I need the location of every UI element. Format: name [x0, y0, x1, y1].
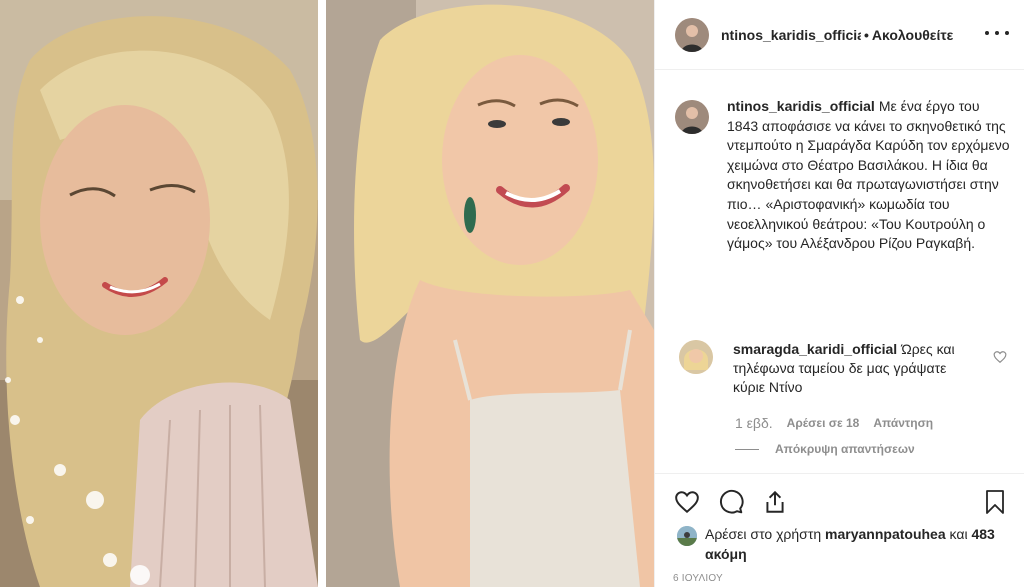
hide-replies-label: Απόκρυψη απαντήσεων	[775, 442, 915, 456]
likes-prefix: Αρέσει στο χρήστη	[705, 526, 822, 542]
comment-like-heart-icon[interactable]	[993, 350, 1007, 369]
caption-body: ntinos_karidis_official Με ένα έργο του 1…	[727, 97, 1012, 254]
liker-username[interactable]: maryannpatouhea	[825, 526, 946, 542]
post-header: ntinos_karidis_official • Ακολουθείτε	[655, 0, 1024, 70]
more-options-icon[interactable]	[985, 26, 1009, 40]
comment-item: smaragda_karidi_official Ώρες και τηλέφων…	[679, 340, 1019, 397]
post-side-panel: ntinos_karidis_official • Ακολουθείτε nt…	[654, 0, 1024, 587]
commenter-avatar[interactable]	[679, 340, 713, 374]
hide-replies-button[interactable]: Απόκρυψη απαντήσεων	[735, 442, 915, 456]
collage-divider	[318, 0, 326, 587]
post-image[interactable]	[0, 0, 654, 587]
comment-likes-link[interactable]: Αρέσει σε 18	[787, 416, 860, 430]
header-text: ntinos_karidis_official • Ακολουθείτε	[721, 27, 981, 43]
author-username[interactable]: ntinos_karidis_official	[721, 27, 861, 43]
likes-text: Αρέσει στο χρήστη maryannpatouhea και 48…	[705, 524, 1015, 564]
earring	[464, 197, 476, 233]
comment-reply-button[interactable]: Απάντηση	[873, 416, 933, 430]
caption-username[interactable]: ntinos_karidis_official	[727, 98, 875, 114]
left-photo-face	[40, 105, 210, 335]
commenter-username[interactable]: smaragda_karidi_official	[733, 341, 897, 357]
right-photo-dress	[470, 390, 640, 587]
caption-author-avatar[interactable]	[675, 100, 709, 134]
caption-text: Με ένα έργο του 1843 αποφάσισε να κάνει …	[727, 98, 1010, 252]
bookmark-save-icon[interactable]	[981, 488, 1009, 516]
comment-meta: 1 εβδ. Αρέσει σε 18 Απάντηση	[735, 415, 933, 431]
post-date[interactable]: 6 ΙΟΥΛΙΟΥ	[673, 573, 723, 584]
author-avatar[interactable]	[675, 17, 709, 52]
hide-replies-line	[735, 448, 759, 450]
comment-body: smaragda_karidi_official Ώρες και τηλέφων…	[733, 340, 958, 397]
comment-bubble-icon[interactable]	[717, 488, 745, 516]
left-photo-top	[130, 382, 318, 587]
post-image-canvas	[0, 0, 654, 587]
comment-time[interactable]: 1 εβδ.	[735, 415, 773, 431]
following-status-button[interactable]: Ακολουθείτε	[872, 27, 953, 43]
header-separator: •	[864, 26, 869, 43]
like-heart-icon[interactable]	[673, 488, 701, 516]
post-actions-bar	[655, 473, 1024, 529]
likes-middle: και	[949, 526, 968, 542]
right-photo-face	[442, 55, 598, 265]
liker-avatar[interactable]	[677, 526, 697, 546]
share-upload-icon[interactable]	[761, 488, 789, 516]
post-caption: ntinos_karidis_official Με ένα έργο του 1…	[675, 97, 1015, 254]
likes-summary: Αρέσει στο χρήστη maryannpatouhea και 48…	[677, 524, 1017, 564]
